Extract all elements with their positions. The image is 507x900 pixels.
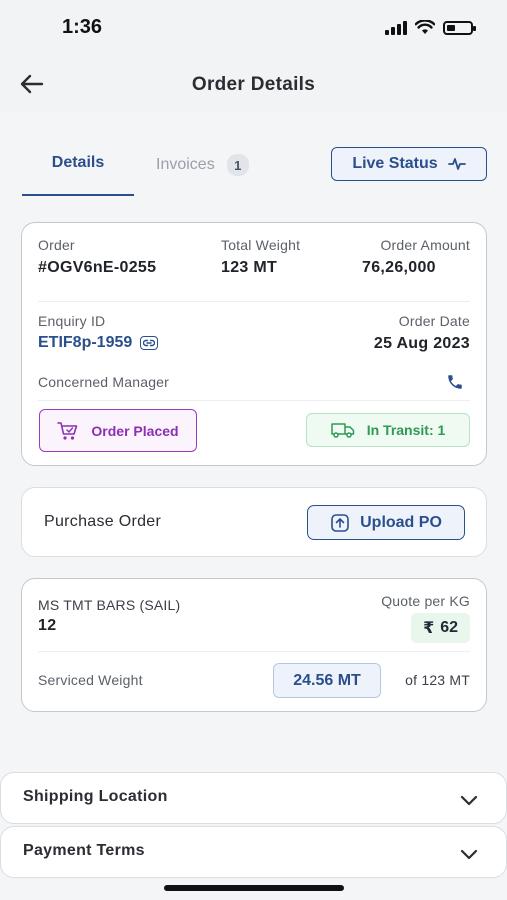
enquiry-id-label: Enquiry ID bbox=[38, 313, 106, 329]
serviced-weight-value: 24.56 MT bbox=[273, 663, 381, 698]
serviced-weight-label: Serviced Weight bbox=[38, 672, 143, 688]
enquiry-id-link[interactable]: ETIF8p-1959 bbox=[38, 334, 159, 352]
product-name: MS TMT BARS (SAIL) bbox=[38, 597, 181, 613]
invoice-count-badge: 1 bbox=[226, 154, 249, 176]
rupee-symbol: ₹ bbox=[423, 620, 435, 637]
quote-per-kg-label: Quote per KG bbox=[381, 593, 470, 609]
truck-icon bbox=[330, 423, 354, 438]
concerned-manager-label: Concerned Manager bbox=[38, 374, 170, 390]
quote-price-value: 62 bbox=[440, 619, 458, 636]
live-status-button[interactable]: Live Status bbox=[331, 147, 487, 181]
order-summary-card: Order #OGV6nE-0255 Total Weight 123 MT O… bbox=[21, 222, 487, 466]
page-title: Order Details bbox=[191, 74, 316, 95]
in-transit-status-chip: In Transit: 1 bbox=[306, 413, 470, 447]
tab-invoices-label: Invoices bbox=[156, 156, 215, 173]
wifi-icon bbox=[415, 20, 435, 34]
status-time: 1:36 bbox=[62, 16, 103, 38]
purchase-order-label: Purchase Order bbox=[44, 513, 162, 530]
order-date-value: 25 Aug 2023 bbox=[373, 335, 470, 352]
status-bar: 1:36 bbox=[0, 0, 507, 56]
order-placed-label: Order Placed bbox=[91, 422, 179, 439]
shipping-location-title: Shipping Location bbox=[23, 788, 168, 805]
home-indicator[interactable] bbox=[164, 885, 344, 891]
total-weight-value: 123 MT bbox=[221, 259, 278, 276]
quote-price-chip: ₹ 62 bbox=[411, 613, 470, 643]
total-weight-text: of 123 MT bbox=[405, 672, 470, 688]
chevron-down-icon bbox=[460, 795, 478, 806]
cellular-signal-icon bbox=[385, 20, 407, 35]
tab-invoices[interactable]: Invoices 1 bbox=[156, 154, 249, 176]
product-quantity: 12 bbox=[38, 617, 57, 634]
order-placed-status-chip: Order Placed bbox=[39, 409, 197, 452]
phone-icon[interactable] bbox=[446, 373, 464, 391]
payment-terms-title: Payment Terms bbox=[23, 842, 145, 859]
battery-level bbox=[447, 24, 455, 31]
upload-icon bbox=[331, 513, 349, 532]
link-icon bbox=[140, 336, 159, 350]
live-status-label: Live Status bbox=[352, 155, 438, 172]
divider bbox=[38, 651, 470, 652]
purchase-order-card: Purchase Order Upload PO bbox=[21, 487, 487, 557]
chevron-down-icon bbox=[460, 849, 478, 860]
order-id: #OGV6nE-0255 bbox=[38, 259, 157, 276]
divider bbox=[38, 301, 470, 302]
product-card: MS TMT BARS (SAIL) 12 Quote per KG ₹ 62 … bbox=[21, 578, 487, 712]
upload-po-button[interactable]: Upload PO bbox=[307, 505, 465, 540]
order-label: Order bbox=[38, 237, 75, 253]
header: Order Details bbox=[0, 56, 507, 112]
cart-icon bbox=[57, 421, 78, 440]
divider bbox=[38, 400, 470, 401]
shipping-location-accordion[interactable]: Shipping Location bbox=[0, 772, 507, 824]
total-weight-label: Total Weight bbox=[221, 237, 301, 253]
enquiry-id-value: ETIF8p-1959 bbox=[38, 334, 133, 351]
upload-po-label: Upload PO bbox=[360, 513, 442, 531]
status-icons bbox=[385, 20, 476, 35]
payment-terms-accordion[interactable]: Payment Terms bbox=[0, 826, 507, 878]
order-amount-label: Order Amount bbox=[380, 237, 470, 253]
pulse-icon bbox=[447, 158, 466, 170]
tab-details[interactable]: Details bbox=[22, 142, 134, 196]
in-transit-label: In Transit: 1 bbox=[366, 422, 446, 438]
tab-bar: Details Invoices 1 Live Status bbox=[0, 112, 507, 196]
order-amount-value: 76,26,000 bbox=[362, 259, 436, 276]
order-date-label: Order Date bbox=[398, 313, 470, 329]
battery-icon bbox=[443, 20, 476, 35]
